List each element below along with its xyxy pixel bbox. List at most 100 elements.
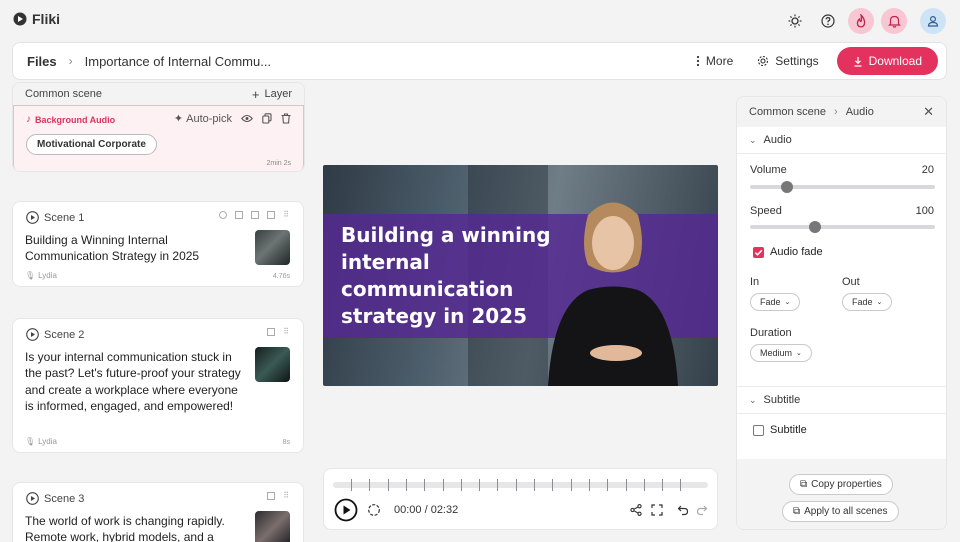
help-button[interactable] <box>815 8 841 34</box>
scene-thumbnail[interactable] <box>255 347 290 382</box>
drag-handle-icon[interactable]: ⠿ <box>283 492 289 500</box>
apply-all-scenes-button[interactable]: ⧉ Apply to all scenes <box>782 501 899 522</box>
panel-footer: ⧉ Copy properties ⧉ Apply to all scenes <box>737 459 946 529</box>
top-bar: Fliki <box>0 0 960 40</box>
chevron-down-icon: ⌄ <box>876 299 883 306</box>
chevron-down-icon: ⌄ <box>749 394 757 405</box>
app-logo[interactable]: Fliki <box>13 11 60 27</box>
copy-properties-label: Copy properties <box>811 479 882 490</box>
audio-fade-label: Audio fade <box>770 246 823 258</box>
scene-card-3[interactable]: Scene 3 ⠿ The world of work is changing … <box>12 482 304 542</box>
fade-in-select[interactable]: Fade ⌄ <box>750 293 801 311</box>
audio-track-chip[interactable]: Motivational Corporate <box>26 134 157 155</box>
fade-in-value: Fade <box>760 297 781 307</box>
trash-icon[interactable] <box>281 113 291 124</box>
redo-icon[interactable] <box>696 504 708 516</box>
download-button[interactable]: Download <box>836 47 938 75</box>
timeline-tick <box>607 479 609 491</box>
timeline-track[interactable] <box>333 482 708 488</box>
scene-text[interactable]: The world of work is changing rapidly. R… <box>25 513 245 542</box>
close-icon[interactable]: ✕ <box>923 104 934 120</box>
speed-slider[interactable] <box>750 221 935 233</box>
timeline-tick <box>552 479 554 491</box>
share-icon[interactable] <box>630 504 642 516</box>
streak-button[interactable] <box>848 8 874 34</box>
undo-icon[interactable] <box>677 504 689 516</box>
image-layer-icon[interactable] <box>267 492 276 500</box>
scene-thumbnail[interactable] <box>255 230 290 265</box>
scene-label: Scene 2 <box>44 328 85 341</box>
scene-card-2[interactable]: Scene 2 ⠿ Is your internal communication… <box>12 318 304 453</box>
plus-icon: + <box>251 86 260 102</box>
fullscreen-icon[interactable] <box>651 504 663 516</box>
audio-section-header[interactable]: ⌄ Audio <box>737 127 946 154</box>
loop-icon[interactable] <box>367 503 381 517</box>
breadcrumb-common-scene[interactable]: Common scene <box>749 106 826 118</box>
subtitle-section-label: Subtitle <box>763 394 801 406</box>
file-title[interactable]: Importance of Internal Commu... <box>85 54 271 69</box>
copy-icon[interactable] <box>262 113 272 124</box>
speed-slider-handle[interactable] <box>808 221 821 233</box>
fade-out-select[interactable]: Fade ⌄ <box>842 293 893 311</box>
editor-header: Files › Importance of Internal Commu... … <box>12 42 947 80</box>
background-audio-block[interactable]: ♪ Background Audio ✦ Auto-pick Motivatio… <box>13 105 304 171</box>
volume-slider[interactable] <box>750 181 935 193</box>
common-scene-card[interactable]: Common scene + Layer ♪ Background Audio … <box>12 82 305 172</box>
scene-card-1[interactable]: Scene 1 ⠿ Building a Winning Internal Co… <box>12 201 304 287</box>
notifications-button[interactable] <box>881 8 907 34</box>
eye-icon[interactable] <box>241 114 253 123</box>
copy-scene-icon[interactable] <box>251 211 260 219</box>
scene-thumbnail[interactable] <box>255 511 290 542</box>
image-layer-icon[interactable] <box>235 211 244 219</box>
auto-pick-button[interactable]: ✦ Auto-pick <box>174 112 232 126</box>
settings-button[interactable]: Settings <box>757 54 819 68</box>
scene-text[interactable]: Is your internal communication stuck in … <box>25 349 245 415</box>
music-note-icon: ♪ <box>26 114 31 125</box>
scene-duration: 8s <box>282 439 290 446</box>
play-circle-icon[interactable] <box>26 211 39 224</box>
voice-name[interactable]: Lydia <box>38 271 57 280</box>
auto-pick-label: Auto-pick <box>186 112 232 125</box>
image-layer-icon[interactable] <box>267 328 276 336</box>
subtitle-checkbox[interactable] <box>753 424 764 436</box>
text-layer-icon[interactable] <box>267 211 276 219</box>
common-scene-title: Common scene <box>25 88 103 100</box>
bell-icon <box>887 15 901 28</box>
audio-fade-checkbox[interactable] <box>753 246 764 258</box>
subtitle-section-header[interactable]: ⌄ Subtitle <box>737 386 946 414</box>
scene-text[interactable]: Building a Winning Internal Communicatio… <box>25 232 245 265</box>
audio-duration: 2min 2s <box>266 160 291 167</box>
timeline-tick <box>479 479 481 491</box>
timeline-player: 00:00 / 02:32 <box>323 468 718 530</box>
timeline-tick <box>442 479 444 491</box>
add-layer-button[interactable]: + Layer <box>252 87 292 102</box>
fade-in-label: In <box>750 276 760 288</box>
drag-handle-icon[interactable]: ⠿ <box>283 328 289 336</box>
preview-headline[interactable]: Building a winning internal communicatio… <box>341 222 601 330</box>
chevron-right-icon: › <box>834 106 838 118</box>
apply-all-scenes-label: Apply to all scenes <box>804 506 888 517</box>
video-preview[interactable]: Building a winning internal communicatio… <box>323 165 718 386</box>
play-circle-icon[interactable] <box>26 492 39 505</box>
scene-duration: 4.76s <box>272 273 290 280</box>
timeline-tick <box>643 479 645 491</box>
theme-toggle-button[interactable] <box>782 8 808 34</box>
profile-button[interactable] <box>920 8 946 34</box>
audio-fade-option[interactable]: Audio fade <box>753 246 823 258</box>
audio-section-label: Audio <box>763 134 792 146</box>
drag-handle-icon[interactable]: ⠿ <box>283 211 289 219</box>
subtitle-option[interactable]: Subtitle <box>753 424 807 436</box>
playback-time: 00:00 / 02:32 <box>394 504 459 516</box>
play-button[interactable] <box>334 498 358 522</box>
play-circle-icon[interactable] <box>26 328 39 341</box>
duration-select[interactable]: Medium ⌄ <box>750 344 812 362</box>
speed-value: 100 <box>915 205 934 217</box>
copy-properties-button[interactable]: ⧉ Copy properties <box>789 474 893 495</box>
voice-name[interactable]: Lydia <box>38 437 57 446</box>
timeline-tick <box>460 479 462 491</box>
volume-slider-handle[interactable] <box>781 181 793 193</box>
download-label: Download <box>868 54 922 68</box>
avatar-layer-icon[interactable] <box>219 211 228 219</box>
more-button[interactable]: More <box>696 54 733 68</box>
breadcrumb-files[interactable]: Files <box>27 54 57 69</box>
